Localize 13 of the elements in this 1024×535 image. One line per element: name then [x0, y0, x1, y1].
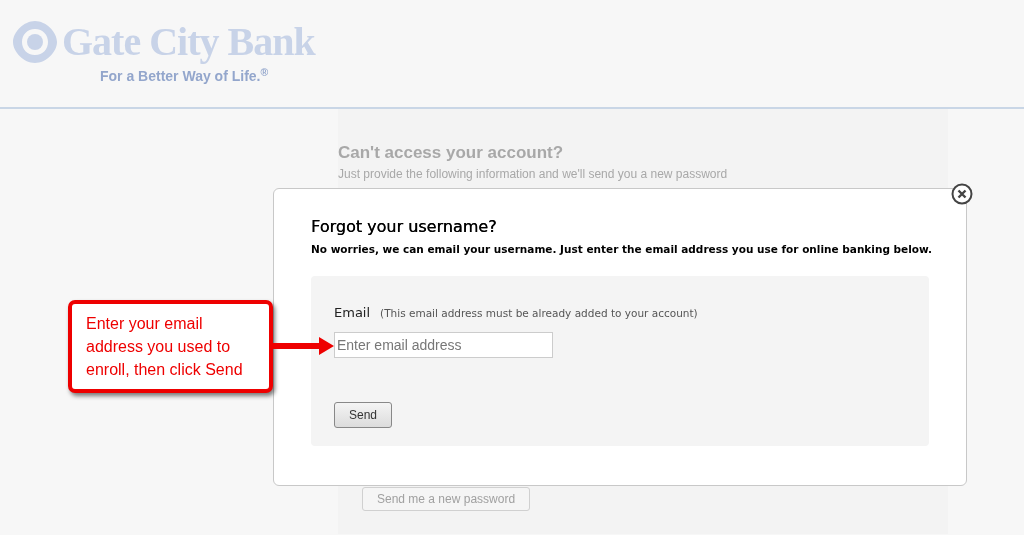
close-button[interactable]	[951, 181, 973, 203]
dialog-title: Forgot your username?	[311, 217, 498, 237]
email-hint: (This email address must be already added to your account)	[380, 306, 698, 319]
callout-box: Enter your email address you used to enroll, then click Send	[68, 300, 273, 393]
email-field[interactable]: Enter email address	[334, 331, 553, 358]
arrow-icon	[273, 335, 335, 356]
email-label: Email	[334, 304, 371, 320]
send-button[interactable]: Send	[334, 401, 393, 428]
dialog-subtitle: No worries, we can email your username. Just enter the email address you use for online banking below.	[311, 242, 929, 258]
tagline: For a Better Way of Life.$^{®}$	[100, 66, 269, 86]
logo-icon	[12, 20, 58, 64]
page-title: Can't access your account?	[338, 143, 565, 164]
instruction-text: Just provide the following information and we'll send you a new password	[338, 167, 729, 182]
